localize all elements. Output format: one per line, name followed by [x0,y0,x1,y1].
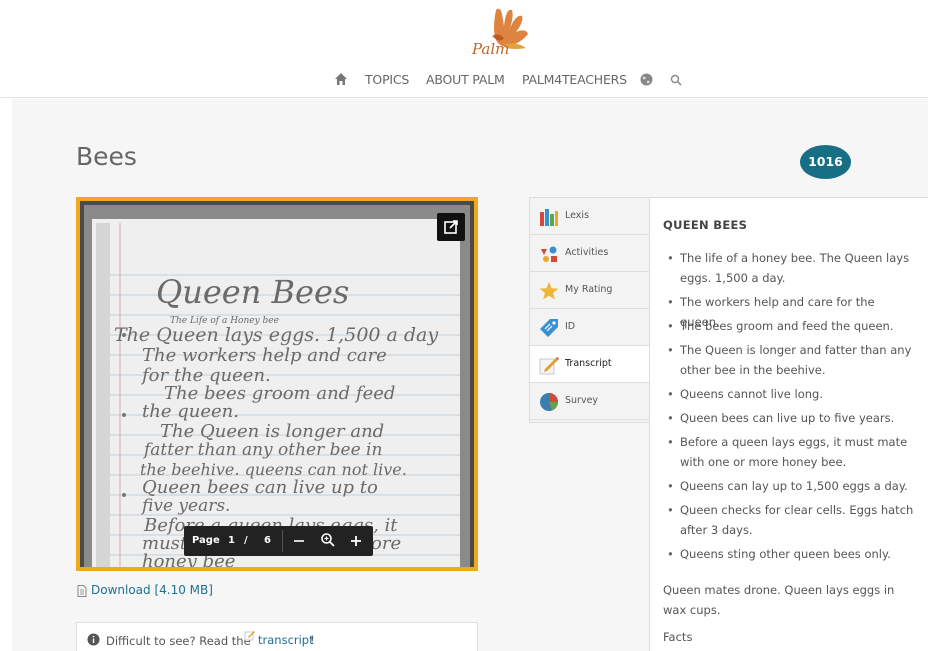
books-icon [540,209,558,226]
transcript-paragraph: Queen mates drone. Queen lays eggs in wa… [663,583,895,617]
transcript-link[interactable]: transcript [258,633,314,647]
page-label: Page [192,535,220,546]
side-tabs: Lexis Activities My Rating ID Transcript… [529,197,651,423]
page-total: 6 [264,535,271,546]
handwritten-page-image: Queen Bees The Life of a Honey bee The Q… [84,205,470,567]
transcript-facts: Facts [663,630,693,644]
zoom-magnifier-icon[interactable] [319,531,337,549]
activities-icon [541,246,557,262]
tab-label: My Rating [565,284,613,295]
tab-label: ID [565,321,576,332]
page-title: Bees [76,142,137,171]
hint-text: Difficult to see? Read the [106,634,251,648]
hint-end: ! [310,633,315,647]
handwriting-line: The Queen is longer and [160,421,384,442]
divider [282,530,283,552]
handwriting-line: the queen. [142,401,239,422]
handwriting-line: The workers help and care [142,345,387,366]
external-link-icon [444,220,458,234]
search-icon[interactable] [670,74,682,86]
zoom-in-icon[interactable] [348,532,364,550]
tab-label: Transcript [565,358,612,369]
home-icon[interactable] [334,72,348,86]
page-separator: / [244,535,248,546]
item-id-badge: 1016 [800,145,851,179]
tab-id[interactable]: ID [530,309,651,346]
pencil-icon [244,631,255,641]
site-header: Palm TOPICS ABOUT PALM PALM4TEACHERS [0,0,928,98]
tab-activities[interactable]: Activities [530,235,651,272]
zoom-out-icon[interactable] [291,532,307,550]
transcript-heading: QUEEN BEES [663,218,748,232]
nav-topics[interactable]: TOPICS [365,72,409,87]
open-external-button[interactable] [437,213,465,241]
tab-transcript[interactable]: Transcript [530,346,651,383]
main-nav: TOPICS ABOUT PALM PALM4TEACHERS [0,70,928,90]
info-icon [87,633,100,646]
star-icon [539,282,559,300]
tag-icon [540,319,558,337]
page-current-input[interactable]: 1 [228,535,235,546]
handwriting-line: The Queen lays eggs. 1,500 a day [114,324,438,346]
handwriting-line: five years. [140,496,230,516]
tab-label: Activities [565,247,609,258]
tab-lexis[interactable]: Lexis [530,198,651,235]
document-viewer[interactable]: Queen Bees The Life of a Honey bee The Q… [76,197,478,571]
globe-icon[interactable] [640,73,653,86]
handwriting-line: Queen Bees [156,273,349,311]
handwriting-line: Queen bees can live up to [142,477,378,498]
pencil-paper-icon [539,357,559,375]
file-icon [77,585,87,597]
tab-label: Survey [565,395,599,406]
tab-survey[interactable]: Survey [530,383,651,420]
page-navigation-bar: Page 1 / 6 [184,526,373,556]
download-link[interactable]: Download [4.10 MB] [91,583,213,597]
tab-label: Lexis [565,210,590,221]
nav-about-palm[interactable]: ABOUT PALM [426,72,505,87]
nav-palm4teachers[interactable]: PALM4TEACHERS [522,72,627,87]
pie-chart-icon [540,393,558,411]
logo-text: Palm [472,40,510,58]
handwriting-line: fatter than any other bee in [142,440,382,460]
tab-my-rating[interactable]: My Rating [530,272,651,309]
